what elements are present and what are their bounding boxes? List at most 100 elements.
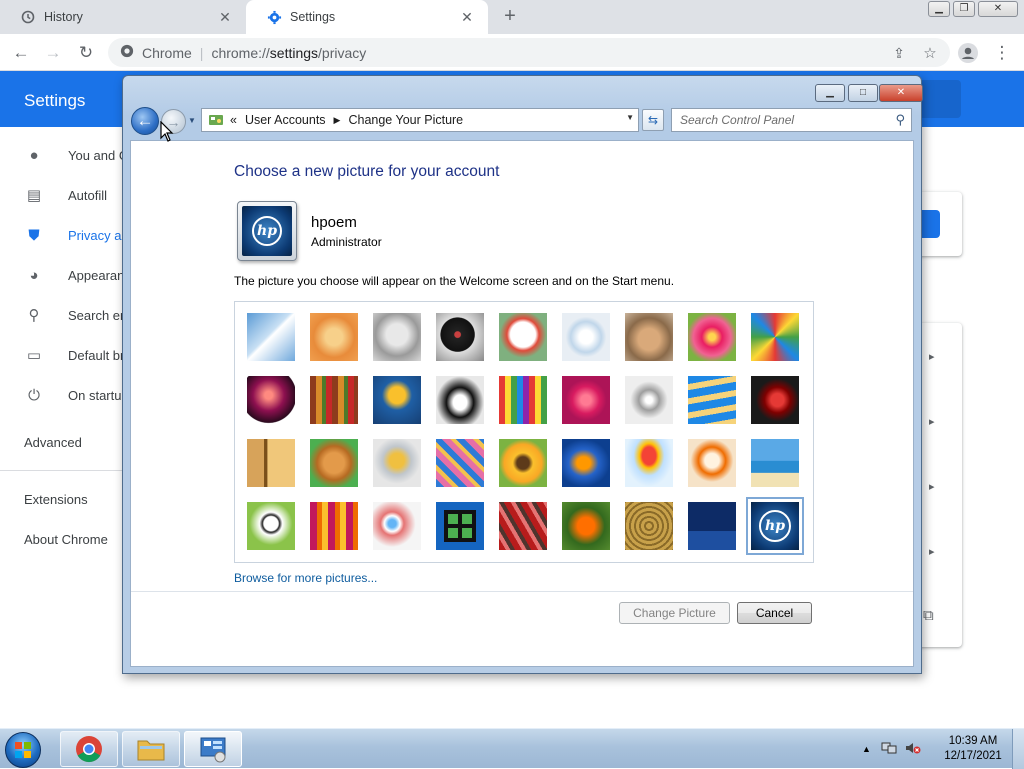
search-input[interactable]: Search Control Panel ⚲ <box>671 108 912 132</box>
forward-button[interactable]: → <box>40 40 66 66</box>
chevron-right-icon[interactable]: ▸ <box>929 350 935 363</box>
picture-thumb-sunflower[interactable] <box>499 439 547 487</box>
picture-thumb-fish[interactable] <box>562 439 610 487</box>
minimize-button[interactable]: ▁ <box>928 1 950 17</box>
maximize-button[interactable]: □ <box>848 84 878 102</box>
system-tray: ▲ <box>862 735 921 763</box>
picture-thumb-roller-coaster[interactable] <box>247 313 295 361</box>
show-hidden-icons-icon[interactable]: ▲ <box>862 744 871 754</box>
recent-pages-dropdown-icon[interactable]: ▼ <box>188 116 196 125</box>
start-button[interactable] <box>5 732 41 768</box>
picture-thumb-jacks[interactable] <box>625 376 673 424</box>
picture-thumb-scarf[interactable] <box>436 439 484 487</box>
picture-thumb-woven-fabric[interactable] <box>499 502 547 550</box>
taskbar-chrome[interactable] <box>60 731 118 767</box>
picture-thumb-pinwheel[interactable] <box>751 313 799 361</box>
volume-muted-icon[interactable] <box>905 741 921 758</box>
url-text: chrome://settings/privacy <box>211 44 367 61</box>
sidebar-item-autofill[interactable]: ▤ Autofill <box>24 185 107 205</box>
picture-thumb-tin-robot[interactable] <box>373 439 421 487</box>
breadcrumb-overflow[interactable]: « <box>230 113 237 127</box>
bookmark-star-icon[interactable]: ☆ <box>917 40 943 66</box>
picture-thumb-hp-logo[interactable]: hp <box>746 497 804 555</box>
chevron-down-icon[interactable]: ▼ <box>626 113 634 122</box>
close-window-button[interactable]: ✕ <box>978 1 1018 17</box>
picture-thumb-record-player[interactable] <box>436 313 484 361</box>
sidebar-item-on-startup[interactable]: ⏻ On startup <box>24 385 129 405</box>
cancel-button[interactable]: Cancel <box>737 602 812 624</box>
breadcrumb[interactable]: « User Accounts ▶ Change Your Picture ▼ <box>201 108 639 132</box>
folder-icon <box>137 740 165 761</box>
picture-thumb-puppy[interactable] <box>310 439 358 487</box>
refresh-icon[interactable]: ⇆ <box>642 109 664 131</box>
chevron-right-icon[interactable]: ▸ <box>929 545 935 558</box>
picture-thumb-starfish[interactable] <box>310 313 358 361</box>
clock-date: 12/17/2021 <box>944 750 1002 762</box>
windows-logo-icon <box>15 742 31 758</box>
picture-thumb-kitten[interactable] <box>625 313 673 361</box>
picture-thumb-fabric-stripes[interactable] <box>310 502 358 550</box>
breadcrumb-user-accounts[interactable]: User Accounts <box>245 113 326 127</box>
address-bar[interactable]: Chrome | chrome://settings/privacy <box>108 38 950 67</box>
picture-thumb-stairs[interactable] <box>688 376 736 424</box>
search-icon[interactable]: ⚲ <box>895 112 905 128</box>
picture-thumb-basket[interactable] <box>625 502 673 550</box>
picture-thumb-lucky-cat[interactable] <box>499 313 547 361</box>
back-button[interactable]: ← <box>8 40 34 66</box>
browser-icon: ▭ <box>26 347 42 364</box>
reload-button[interactable]: ↻ <box>73 40 99 66</box>
picture-thumb-hot-air-balloon[interactable] <box>625 439 673 487</box>
breadcrumb-change-picture[interactable]: Change Your Picture <box>348 113 463 127</box>
picture-thumb-crayons[interactable] <box>499 376 547 424</box>
chrome-icon <box>120 44 134 61</box>
picture-thumb-star-lantern[interactable] <box>562 376 610 424</box>
taskbar-explorer[interactable] <box>122 731 180 767</box>
chevron-right-icon[interactable]: ▸ <box>929 415 935 428</box>
picture-thumb-window-frame[interactable] <box>436 502 484 550</box>
clock[interactable]: 10:39 AM 12/17/2021 <box>942 734 1004 764</box>
profile-avatar[interactable] <box>955 40 981 66</box>
clipboard-icon: ▤ <box>26 187 42 204</box>
picture-thumb-ball[interactable] <box>247 376 295 424</box>
back-arrow-icon[interactable]: ← <box>131 107 159 135</box>
picture-thumb-gyroscope[interactable] <box>562 313 610 361</box>
network-icon[interactable] <box>881 741 897 758</box>
close-tab-icon[interactable]: ✕ <box>216 9 234 26</box>
picture-thumb-robot-toy[interactable] <box>373 313 421 361</box>
external-link-icon[interactable]: ⧉ <box>923 607 934 624</box>
picture-thumb-sailboat[interactable] <box>751 439 799 487</box>
share-icon[interactable]: ⇪ <box>886 40 912 66</box>
change-picture-button[interactable]: Change Picture <box>619 602 730 624</box>
sidebar-about-chrome[interactable]: About Chrome <box>24 532 108 547</box>
picture-thumb-fabric[interactable] <box>310 376 358 424</box>
picture-thumb-dog[interactable] <box>436 376 484 424</box>
sidebar-item-appearance[interactable]: ◕ Appearance <box>24 265 138 285</box>
picture-thumb-flower[interactable] <box>688 313 736 361</box>
breadcrumb-separator-icon[interactable]: ▶ <box>334 115 341 126</box>
sidebar-advanced[interactable]: Advanced <box>24 435 82 450</box>
minimize-button[interactable]: ▁ <box>815 84 845 102</box>
picture-thumb-butterfly[interactable] <box>562 502 610 550</box>
tab-history[interactable]: History ✕ <box>0 0 246 34</box>
restore-button[interactable]: ❐ <box>953 1 975 17</box>
picture-thumb-marbles[interactable] <box>373 502 421 550</box>
tab-settings[interactable]: Settings ✕ <box>246 0 488 34</box>
user-role: Administrator <box>311 235 382 249</box>
tab-label: Settings <box>290 10 336 24</box>
close-tab-icon[interactable]: ✕ <box>458 9 476 26</box>
close-window-button[interactable]: ✕ <box>879 84 923 102</box>
current-user-picture: hp <box>237 201 297 261</box>
sidebar-extensions[interactable]: Extensions <box>24 492 88 507</box>
menu-kebab-icon[interactable]: ⋮ <box>989 40 1015 66</box>
browse-pictures-link[interactable]: Browse for more pictures... <box>234 571 377 585</box>
taskbar-control-panel[interactable] <box>184 731 242 767</box>
picture-thumb-guitar[interactable] <box>247 439 295 487</box>
picture-thumb-lighthouse[interactable] <box>688 502 736 550</box>
new-tab-button[interactable]: + <box>500 6 520 28</box>
picture-thumb-doll[interactable] <box>688 439 736 487</box>
picture-thumb-soccer-ball[interactable] <box>247 502 295 550</box>
show-desktop-button[interactable] <box>1012 729 1024 769</box>
picture-thumb-origami-crane[interactable] <box>751 376 799 424</box>
picture-thumb-leaf[interactable] <box>373 376 421 424</box>
chevron-right-icon[interactable]: ▸ <box>929 480 935 493</box>
